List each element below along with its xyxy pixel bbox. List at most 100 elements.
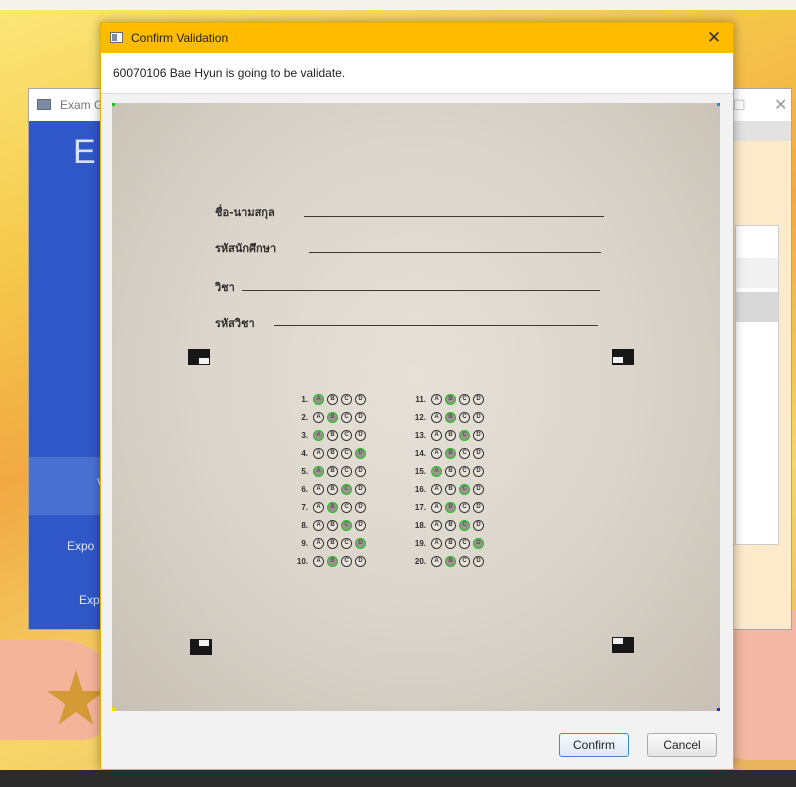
content-header-strip [729,121,791,141]
close-icon[interactable]: ✕ [774,95,787,115]
dialog-titlebar: Confirm Validation ✕ [101,23,733,53]
question-number: 5. [301,466,308,476]
answer-bubble-filled: B [327,411,338,423]
answer-row: 12. A B C D [400,408,484,426]
answer-bubble: C [341,447,352,459]
answer-bubble: A [431,393,442,405]
answer-bubble: A [313,483,324,495]
answer-bubble: D [473,393,484,405]
answer-bubble-filled: B [445,447,456,459]
answer-bubble: C [459,411,470,423]
dialog-window-icon [110,32,123,43]
close-icon[interactable]: ✕ [699,25,729,51]
answer-bubble-filled: B [445,393,456,405]
answer-bubble: A [313,501,324,513]
answer-bubble: D [355,393,366,405]
question-number: 16. [414,484,426,494]
answer-bubble: D [473,429,484,441]
answer-bubble-filled: C [341,519,352,531]
answer-bubble: C [341,501,352,513]
answer-bubble: C [459,447,470,459]
answer-bubble: B [327,393,338,405]
answer-bubble-filled: B [327,501,338,513]
answer-bubble: D [473,519,484,531]
answer-row: 19. A B C D [400,534,484,552]
question-number: 6. [301,484,308,494]
question-number: 2. [301,412,308,422]
student-id-label: รหัสนักศึกษา [215,242,277,255]
app-window-icon [37,99,51,110]
answer-row: 4. A B C D [282,444,366,462]
answer-bubble: B [327,447,338,459]
answer-bubble-filled: C [459,429,470,441]
question-number: 14. [414,448,426,458]
list-item[interactable] [736,258,778,288]
answer-bubble: A [431,429,442,441]
answer-row: 6. A B C D [282,480,366,498]
answer-row: 8. A B C D [282,516,366,534]
maximize-icon[interactable]: ☐ [733,97,746,114]
answer-bubble: C [341,555,352,567]
question-number: 7. [301,502,308,512]
answer-bubble: D [355,411,366,423]
cancel-button[interactable]: Cancel [647,733,717,757]
answer-bubble-filled: A [313,393,324,405]
answer-row: 1. A B C D [282,390,366,408]
answer-bubble-filled: C [459,483,470,495]
answer-row: 2. A B C D [282,408,366,426]
answer-bubble-filled: B [445,555,456,567]
question-number: 13. [414,430,426,440]
answer-bubble-filled: C [341,483,352,495]
alignment-marker [188,349,210,365]
validation-message: 60070106 Bae Hyun is going to be validat… [113,66,346,80]
answer-bubble: D [355,501,366,513]
name-line [304,216,604,217]
answer-bubble: D [473,465,484,477]
answer-sheet-image: ชื่อ-นามสกุล รหัสนักศึกษา วิชา รหัสวิชา … [112,103,720,711]
answer-bubble: C [341,411,352,423]
dialog-header: 60070106 Bae Hyun is going to be validat… [101,53,733,94]
question-number: 8. [301,520,308,530]
list-item-selected[interactable] [736,292,778,322]
sidebar-item-export[interactable]: Expo [67,539,94,553]
answer-bubble: D [355,465,366,477]
confirm-button[interactable]: Confirm [559,733,629,757]
desktop-top-strip [0,0,796,10]
answer-bubble: A [431,537,442,549]
answer-bubble-filled: B [445,411,456,423]
subject-code-label: รหัสวิชา [215,317,255,330]
student-id-line [309,252,601,253]
answer-bubble: A [313,447,324,459]
answer-bubble-filled: A [313,429,324,441]
subject-line [242,290,600,291]
answer-row: 7. A B C D [282,498,366,516]
alignment-marker [190,639,212,655]
answer-bubble: D [473,555,484,567]
answer-bubble: C [341,429,352,441]
subject-code-line [274,325,598,326]
sidebar: E I V Expo Exp [29,121,109,629]
answer-bubble-filled: B [445,501,456,513]
answer-bubble: D [473,483,484,495]
answer-bubble-filled: C [459,519,470,531]
answer-bubble-filled: D [473,537,484,549]
answer-row: 10. A B C D [282,552,366,570]
answer-bubble-filled: B [327,555,338,567]
answer-bubble: A [313,537,324,549]
dialog-title: Confirm Validation [131,31,229,45]
answer-bubble: B [327,519,338,531]
sidebar-item-export-2[interactable]: Exp [79,593,100,607]
answer-row: 11. A B C D [400,390,484,408]
answer-bubble: B [445,483,456,495]
alignment-marker [612,637,634,653]
answer-bubble: D [355,555,366,567]
answer-row: 15. A B C D [400,462,484,480]
answer-bubble: B [327,465,338,477]
answer-row: 14. A B C D [400,444,484,462]
answer-bubble: B [327,483,338,495]
answer-bubble: A [431,483,442,495]
confirm-validation-dialog: Confirm Validation ✕ 60070106 Bae Hyun i… [100,22,734,770]
question-number: 3. [301,430,308,440]
answer-row: 13. A B C D [400,426,484,444]
results-list [735,225,779,545]
